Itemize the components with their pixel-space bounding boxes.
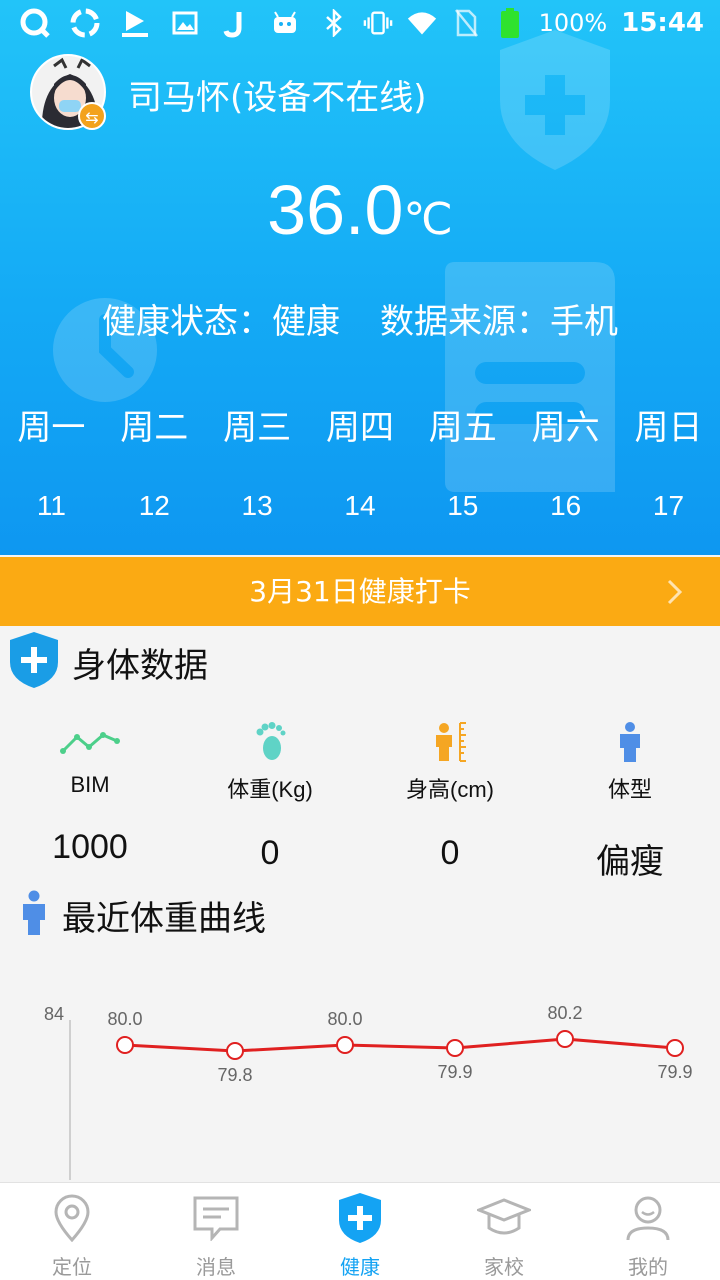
status-bar: 100% 15:44 — [0, 0, 720, 50]
metric-value: 偏瘦 — [596, 843, 664, 881]
data-label: 80.0 — [107, 1009, 142, 1029]
sync-app-icon — [70, 8, 100, 38]
weekday-thu[interactable]: 周四 — [309, 400, 412, 449]
shield-plus-bg-icon — [500, 30, 610, 170]
battery-percent: 100% — [538, 9, 608, 37]
body-data-title: 身体数据 — [72, 645, 208, 686]
metric-value: 0 — [260, 834, 280, 872]
weight-line-chart: 84 80.0 79.8 80.0 79.9 80.2 79.9 — [44, 1003, 693, 1180]
nav-me[interactable]: 我的 — [576, 1183, 720, 1280]
weekday-wed[interactable]: 周三 — [206, 400, 309, 449]
weekday-sun[interactable]: 周日 — [617, 400, 720, 449]
data-label: 80.0 — [327, 1009, 362, 1029]
date-cell[interactable]: 15 — [411, 490, 514, 522]
weight-point[interactable] — [556, 1030, 574, 1048]
gallery-icon — [170, 8, 200, 38]
weight-point[interactable] — [226, 1042, 244, 1060]
nav-school[interactable]: 家校 — [432, 1183, 576, 1280]
metric-value: 0 — [440, 834, 460, 872]
metric-weight[interactable]: 体重(Kg) 0 — [180, 720, 360, 883]
date-cell[interactable]: 11 — [0, 490, 103, 522]
bluetooth-icon — [319, 8, 349, 38]
nav-health[interactable]: 健康 — [288, 1183, 432, 1280]
shield-plus-icon — [10, 632, 58, 692]
switch-device-icon[interactable]: ⇆ — [78, 102, 106, 130]
health-checkin-bar[interactable]: 3月31日健康打卡 — [0, 557, 720, 626]
metric-label: BIM — [70, 772, 110, 797]
nav-messages[interactable]: 消息 — [144, 1183, 288, 1280]
date-row: 11 12 13 14 15 16 17 — [0, 490, 720, 522]
data-label: 79.8 — [217, 1065, 252, 1085]
nav-label: 消息 — [196, 1255, 236, 1279]
metric-label: 体型 — [607, 777, 652, 802]
metric-label: 身高(cm) — [406, 777, 494, 802]
date-cell[interactable]: 16 — [514, 490, 617, 522]
q-app-icon — [20, 8, 50, 38]
weight-point[interactable] — [336, 1036, 354, 1054]
nav-label: 健康 — [340, 1255, 380, 1279]
checkin-label: 3月31日健康打卡 — [249, 575, 471, 608]
no-sim-icon — [451, 8, 481, 38]
metric-value: 1000 — [52, 828, 128, 866]
body-metrics: BIM 1000 体重(Kg) 0 身高(cm) 0 体型 偏瘦 — [0, 720, 720, 883]
weekday-row: 周一 周二 周三 周四 周五 周六 周日 — [0, 400, 720, 449]
chevron-right-icon — [666, 557, 684, 650]
metric-height[interactable]: 身高(cm) 0 — [360, 720, 540, 883]
clock-time: 15:44 — [621, 8, 704, 38]
health-header: 100% 15:44 ⇆ 司马怀(设备不在线) 36.0℃ 健康状态：健康 数据… — [0, 0, 720, 555]
date-cell[interactable]: 17 — [617, 490, 720, 522]
message-icon — [144, 1193, 288, 1243]
metric-label: 体重(Kg) — [227, 777, 313, 802]
temperature-unit: ℃ — [403, 194, 453, 245]
weekday-fri[interactable]: 周五 — [411, 400, 514, 449]
height-ruler-icon — [360, 720, 540, 764]
nav-label: 家校 — [484, 1255, 524, 1279]
location-pin-icon — [0, 1193, 144, 1243]
data-source: 数据来源：手机 — [380, 302, 618, 342]
weight-point[interactable] — [116, 1036, 134, 1054]
weekday-sat[interactable]: 周六 — [514, 400, 617, 449]
user-icon — [576, 1193, 720, 1243]
trend-line-icon — [0, 720, 180, 764]
vibrate-icon — [363, 8, 393, 38]
data-label: 79.9 — [437, 1062, 472, 1082]
youku-icon — [120, 8, 150, 38]
weight-curve-title: 最近体重曲线 — [62, 898, 266, 939]
weekday-mon[interactable]: 周一 — [0, 400, 103, 449]
battery-icon — [495, 8, 525, 38]
nav-location[interactable]: 定位 — [0, 1183, 144, 1280]
wifi-icon — [407, 8, 437, 38]
android-icon — [270, 8, 300, 38]
temperature-value: 36.0 — [267, 171, 404, 249]
health-status: 健康状态：健康 — [102, 302, 340, 342]
user-name[interactable]: 司马怀(设备不在线) — [128, 70, 427, 119]
footprint-icon — [180, 720, 360, 764]
data-label: 79.9 — [657, 1062, 692, 1082]
health-shield-icon — [288, 1193, 432, 1243]
weight-series-line — [124, 1037, 676, 1053]
y-tick-label: 84 — [44, 1004, 64, 1024]
metric-body-type[interactable]: 体型 偏瘦 — [540, 720, 720, 883]
weekday-tue[interactable]: 周二 — [103, 400, 206, 449]
health-status-row: 健康状态：健康 数据来源：手机 — [0, 294, 720, 343]
nav-label: 我的 — [628, 1255, 668, 1279]
date-cell[interactable]: 13 — [206, 490, 309, 522]
weight-curve-header: 最近体重曲线 — [20, 890, 266, 940]
j-app-icon — [220, 8, 250, 38]
date-cell[interactable]: 14 — [309, 490, 412, 522]
data-label: 80.2 — [547, 1003, 582, 1023]
weight-point[interactable] — [446, 1039, 464, 1057]
weight-point[interactable] — [666, 1039, 684, 1057]
graduation-cap-icon — [432, 1193, 576, 1243]
metric-bmi[interactable]: BIM 1000 — [0, 720, 180, 883]
person-icon — [540, 720, 720, 764]
body-data-header: 身体数据 — [10, 632, 208, 692]
person-icon — [20, 890, 48, 940]
date-cell[interactable]: 12 — [103, 490, 206, 522]
temperature-display: 36.0℃ — [0, 170, 720, 250]
nav-label: 定位 — [52, 1255, 92, 1279]
bottom-nav: 定位 消息 健康 家校 我的 — [0, 1182, 720, 1280]
